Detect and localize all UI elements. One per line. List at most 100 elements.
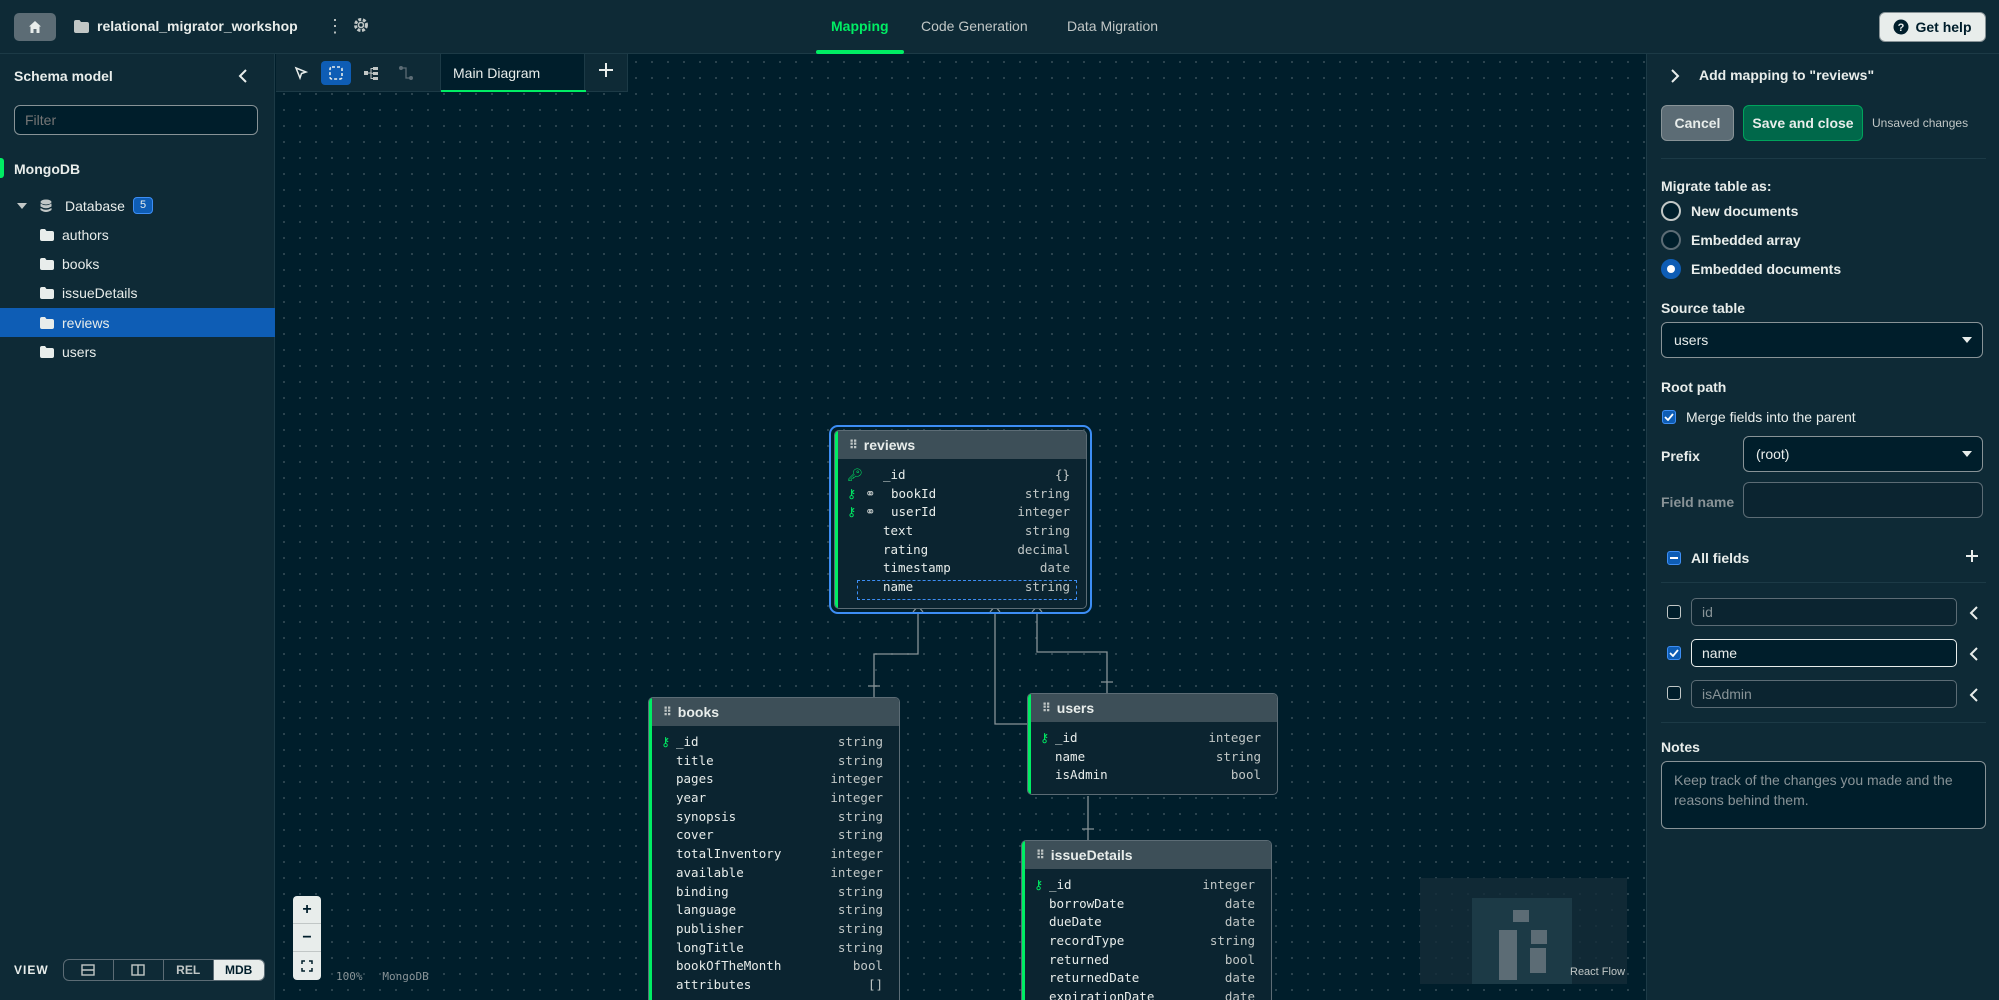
drag-handle-icon[interactable]: ⠿ [849, 438, 858, 452]
field-name: totalInventory [676, 846, 782, 862]
field-row[interactable]: borrowDate date [1022, 894, 1271, 913]
collapse-panel-icon[interactable] [1669, 68, 1681, 89]
field-row[interactable]: 🔑︎ _id {} [835, 465, 1086, 484]
field-row[interactable]: title string [649, 751, 899, 770]
table-issuedetails[interactable]: ⠿ issueDetails ⚷ _id integer borrowDate date… [1021, 840, 1272, 1000]
field-row[interactable]: synopsis string [649, 807, 899, 826]
field-row[interactable]: pages integer [649, 769, 899, 788]
field-row[interactable]: isAdmin bool [1028, 765, 1277, 784]
field-row[interactable]: binding string [649, 882, 899, 901]
cancel-button[interactable]: Cancel [1661, 105, 1734, 141]
field-row[interactable]: available integer [649, 863, 899, 882]
chevron-left-icon[interactable] [1969, 688, 1979, 707]
chevron-left-icon[interactable] [1969, 606, 1979, 625]
field-type: string [837, 920, 883, 936]
merge-fields-checkbox[interactable] [1662, 410, 1676, 424]
radio-embedded-documents[interactable]: Embedded documents [1661, 259, 1841, 279]
radio-button[interactable] [1661, 201, 1681, 221]
field-type: integer [830, 864, 883, 880]
table-name: reviews [863, 437, 916, 453]
all-fields-label: All fields [1691, 550, 1750, 566]
field-name: attributes [676, 976, 752, 992]
field-name-label: Field name [1661, 494, 1735, 510]
field-type: integer [1202, 877, 1255, 892]
drag-handle-icon[interactable]: ⠿ [663, 705, 672, 719]
root-path-label: Root path [1661, 379, 1727, 395]
table-users[interactable]: ⠿ users ⚷ _id integer name string isAdmin bool [1027, 693, 1278, 795]
radio-new-documents[interactable]: New documents [1661, 201, 1798, 221]
divider [1661, 158, 1986, 159]
field-type: string [837, 883, 883, 899]
field-input-isadmin[interactable]: isAdmin [1691, 680, 1957, 708]
fit-view-button[interactable] [293, 952, 321, 980]
field-name: _id [1055, 730, 1078, 745]
react-flow-attribution[interactable]: React Flow [1570, 966, 1625, 978]
migrate-table-label: Migrate table as: [1661, 178, 1772, 194]
field-row[interactable]: publisher string [649, 919, 899, 938]
divider [1661, 722, 1986, 723]
radio-button[interactable] [1661, 230, 1681, 250]
source-table-label: Source table [1661, 300, 1746, 316]
field-name: longTitle [676, 939, 744, 955]
indeterminate-icon [1670, 557, 1678, 559]
field-row[interactable]: expirationDate date [1022, 987, 1271, 1000]
field-row[interactable]: recordType string [1022, 931, 1271, 950]
field-row[interactable]: rating decimal [835, 540, 1086, 559]
field-name: expirationDate [1049, 989, 1155, 1000]
field-row[interactable]: language string [649, 900, 899, 919]
field-name: recordType [1049, 933, 1125, 949]
zoom-in-button[interactable]: + [293, 896, 321, 924]
table-books[interactable]: ⠿ books ⚷ _id string title string pages intege… [648, 697, 900, 1000]
drag-handle-icon[interactable]: ⠿ [1042, 701, 1051, 715]
panel-title: Add mapping to "reviews" [1699, 67, 1875, 83]
field-type: [] [867, 976, 883, 992]
field-input-name[interactable]: name [1691, 639, 1957, 667]
field-checkbox-isadmin[interactable] [1667, 686, 1681, 700]
field-name: borrowDate [1049, 895, 1125, 911]
radio-button-selected[interactable] [1661, 259, 1681, 279]
field-type: bool [852, 958, 883, 974]
field-name: year [676, 790, 707, 806]
field-row[interactable]: text string [835, 521, 1086, 540]
field-row[interactable]: ⚷ ⚭ bookId string [835, 484, 1086, 503]
field-type: date [1224, 914, 1255, 930]
prefix-label: Prefix [1661, 448, 1700, 464]
field-type: string [837, 808, 883, 824]
field-row[interactable]: returned bool [1022, 950, 1271, 969]
field-row[interactable]: ⚷ _id integer [1022, 875, 1271, 894]
field-checkbox-id[interactable] [1667, 605, 1681, 619]
radio-label: New documents [1691, 203, 1799, 219]
field-row[interactable]: cover string [649, 825, 899, 844]
field-name: synopsis [676, 808, 737, 824]
notes-textarea[interactable]: Keep track of the changes you made and t… [1661, 761, 1986, 829]
field-row[interactable]: name string [1028, 747, 1277, 766]
save-and-close-button[interactable]: Save and close [1743, 105, 1863, 141]
field-row[interactable]: attributes [] [649, 975, 899, 994]
field-row[interactable]: ⚷ _id string [649, 732, 899, 751]
checkmark-icon [1664, 413, 1674, 421]
field-name: cover [676, 827, 714, 843]
zoom-out-button[interactable]: − [293, 924, 321, 952]
prefix-select[interactable]: (root) [1743, 436, 1983, 472]
drag-handle-icon[interactable]: ⠿ [1036, 848, 1045, 862]
zoom-level: 100% [336, 970, 363, 983]
field-row[interactable]: dueDate date [1022, 912, 1271, 931]
field-checkbox-name[interactable] [1667, 646, 1681, 660]
field-row[interactable]: longTitle string [649, 938, 899, 957]
field-row[interactable]: returnedDate date [1022, 968, 1271, 987]
field-row[interactable]: ⚷ ⚭ userId integer [835, 502, 1086, 521]
field-name-input[interactable] [1743, 482, 1983, 518]
field-row[interactable]: timestamp date [835, 558, 1086, 577]
radio-embedded-array[interactable]: Embedded array [1661, 230, 1801, 250]
field-input-id[interactable]: id [1691, 598, 1957, 626]
field-row[interactable]: year integer [649, 788, 899, 807]
table-name: books [677, 704, 720, 720]
all-fields-checkbox[interactable] [1667, 551, 1681, 565]
field-row[interactable]: ⚷ _id integer [1028, 728, 1277, 747]
field-row[interactable]: bookOfTheMonth bool [649, 956, 899, 975]
field-type: string [1209, 933, 1255, 949]
field-row[interactable]: totalInventory integer [649, 844, 899, 863]
chevron-left-icon[interactable] [1969, 647, 1979, 666]
source-table-select[interactable]: users [1661, 322, 1983, 358]
add-field-icon[interactable] [1965, 549, 1979, 568]
